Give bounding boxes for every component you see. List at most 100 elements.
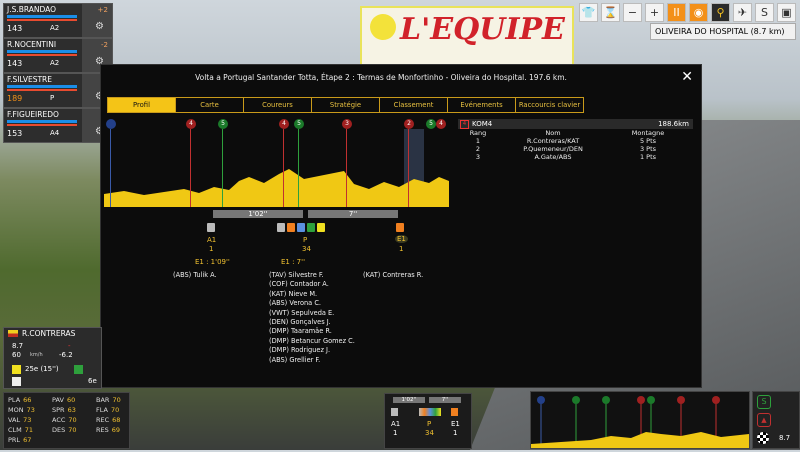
speed-unit: km/h (30, 352, 43, 358)
sprint-icon[interactable]: S (757, 395, 771, 409)
stat: CLM 71 (8, 426, 34, 434)
rider-entry: (KAT) Nieve M. (269, 289, 318, 298)
bike-icon[interactable]: ⚲ (711, 3, 730, 22)
energy-bar (7, 120, 77, 123)
kom-classification: 4 KOM4 188.6km Rang Nom Montagne 1 R.Contre… (458, 119, 693, 161)
minus-icon[interactable]: − (623, 3, 642, 22)
cell: A.Gate/ABS (534, 153, 572, 161)
sprint-marker: 5 (218, 119, 228, 129)
tab-profil[interactable]: Profil (107, 97, 176, 113)
sprint-marker: 5 (294, 119, 304, 129)
kom-icon: 4 (460, 120, 469, 129)
profile-fill (104, 169, 449, 207)
banner-text: L'EQUIPE (400, 12, 565, 47)
tab-raccourcis[interactable]: Raccourcis clavier (515, 97, 584, 113)
group-gap: E1 : 7'' (281, 258, 305, 266)
stat: FLA 70 (96, 406, 120, 414)
rider-card[interactable]: R.NOCENTINI 143 A2 -2 ⚙ (3, 38, 113, 73)
white-jersey-icon (12, 377, 21, 386)
rider-entry: (TAV) Silvestre F. (269, 271, 324, 279)
mini-timeline[interactable]: 1'02'' 7'' A1 1 P 34 E1 1 (384, 393, 472, 449)
speed-value-2: 60 (12, 351, 21, 359)
jersey-icon (307, 223, 315, 232)
stat: ACC 70 (52, 416, 77, 424)
stat: SPR 63 (52, 406, 76, 414)
tab-carte[interactable]: Carte (175, 97, 244, 113)
pause-button[interactable]: II (667, 3, 686, 22)
camera-icon[interactable]: ▣ (777, 3, 796, 22)
shirt-icon[interactable]: 👕 (579, 3, 598, 22)
jersey-icon (287, 223, 295, 232)
tab-evenements[interactable]: Evénements (447, 97, 516, 113)
energy-bar (7, 85, 77, 88)
gap-bar: 7'' (429, 397, 461, 403)
mini-profile-chart (531, 396, 749, 448)
rider-cp: A2 (50, 59, 60, 67)
group-gap: E1 : 1'09'' (195, 258, 230, 266)
rank-text-2: 6e (88, 377, 97, 385)
kom-marker: 3 (342, 119, 352, 129)
group-count: 1 (209, 245, 214, 253)
rider-entry: (VWT) Sepulveda E. (269, 308, 335, 317)
hourglass-icon[interactable]: ⌛ (601, 3, 620, 22)
slope-value: -6.2 (59, 351, 73, 359)
rider-card[interactable]: J.S.BRANDAO 143 A2 +2 ⚙ (3, 3, 113, 38)
close-icon[interactable]: ✕ (681, 69, 693, 85)
table-row: 3 A.Gate/ABS 1 Pts (458, 153, 693, 161)
rider-cp: A2 (50, 24, 60, 32)
right-controls: S ▲ 8.7 (752, 391, 800, 449)
rider-card[interactable]: F.FIGUEIREDO 153 A4 -⚙ (3, 108, 113, 143)
group-count: 34 (425, 429, 434, 437)
stat: PRL 67 (8, 436, 32, 444)
kom-marker: 4 (279, 119, 289, 129)
rider-cp: P (50, 94, 55, 102)
panel-title: Volta a Portugal Santander Totta, Étape … (195, 73, 567, 82)
speed-value: 8.7 (12, 342, 24, 350)
rider-card[interactable]: F.SILVESTRE 189 P -⚙ (3, 73, 113, 108)
cell: P.Quemeneur/DEN (523, 145, 583, 153)
cell: 3 Pts (639, 145, 657, 153)
tab-classement[interactable]: Classement (379, 97, 448, 113)
col-rang: Rang (469, 129, 487, 137)
stat: DES 70 (52, 426, 77, 434)
rider-gap: +2 (97, 6, 108, 14)
rider-entry: (ABS) Verona C. (269, 299, 322, 308)
tab-coureurs[interactable]: Coureurs (243, 97, 312, 113)
rider-gap: -2 (101, 41, 108, 49)
plus-icon[interactable]: + (645, 3, 664, 22)
finish-flag-icon (757, 432, 769, 444)
cell: 1 (475, 137, 481, 145)
rider-entry: (DMP) Taaramäe R. (269, 327, 332, 336)
stat: MON 73 (8, 406, 35, 414)
helicopter-icon[interactable]: ✈ (733, 3, 752, 22)
col-nom: Nom (545, 129, 561, 137)
climb-icon[interactable]: ▲ (757, 413, 771, 427)
gap-bar: 1'02'' (393, 397, 425, 403)
group-count: 1 (453, 429, 458, 437)
rider-value: 189 (7, 94, 23, 103)
kom-label: KOM4 (472, 120, 493, 128)
group-label: E1 (451, 420, 460, 428)
marker-line (110, 129, 111, 207)
tab-strategie[interactable]: Stratégie (311, 97, 380, 113)
jersey-icon (451, 408, 458, 416)
gear-icon[interactable]: ⚙ (95, 21, 104, 32)
stat: BAR 70 (96, 396, 121, 404)
stat: RES 69 (96, 426, 121, 434)
group-riders: (ABS) Tulik A. (173, 271, 217, 279)
kom-marker: 4 (436, 119, 446, 129)
mini-profile[interactable] (530, 391, 750, 449)
start-marker (106, 119, 116, 129)
rider-entry: (COF) Contador A. (269, 280, 329, 289)
group-count: 1 (399, 245, 404, 253)
flag-icon (8, 330, 18, 337)
table-row: 1 R.Contreras/KAT 5 Pts (458, 137, 693, 145)
group-label: P (303, 236, 308, 244)
s-icon[interactable]: S (755, 3, 774, 22)
jersey-icon (391, 408, 398, 416)
rider-value: 153 (7, 129, 23, 138)
jersey-icon (297, 223, 305, 232)
yellow-jersey-icon (12, 365, 21, 374)
eye-icon[interactable]: ◉ (689, 3, 708, 22)
kom-table: Rang Nom Montagne 1 R.Contreras/KAT 5 Pts 2 P… (458, 129, 693, 161)
